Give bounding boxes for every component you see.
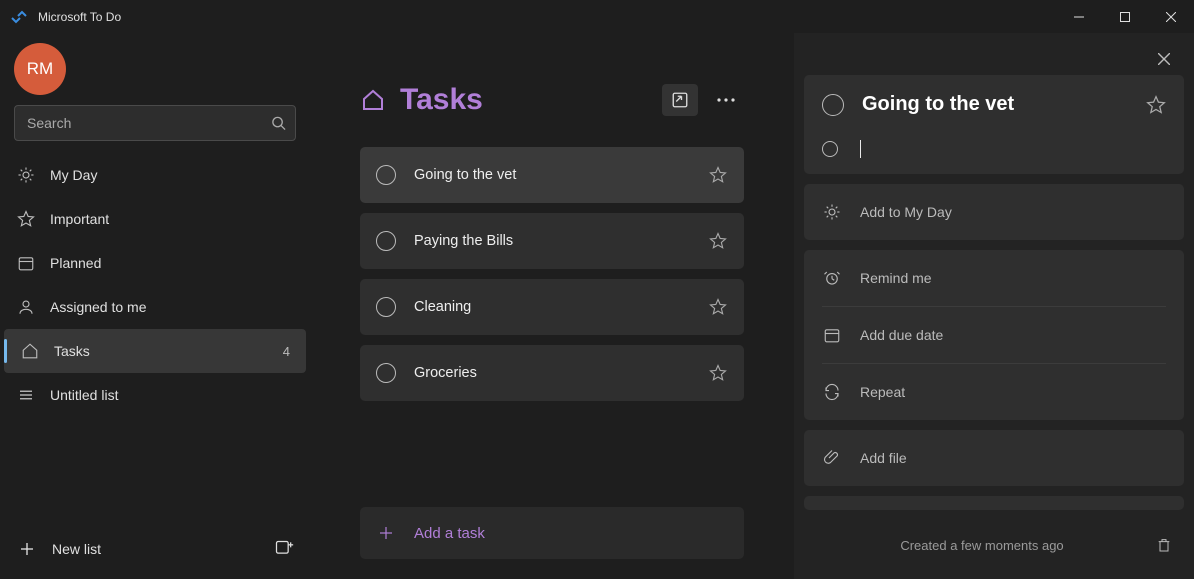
option-label: Remind me <box>860 270 932 286</box>
sidebar-item-important[interactable]: Important <box>0 197 310 241</box>
complete-toggle[interactable] <box>376 363 396 383</box>
person-icon <box>16 297 36 317</box>
home-icon <box>360 87 386 113</box>
sidebar: RM My Day Important Planned <box>0 33 310 579</box>
sidebar-item-label: Tasks <box>54 343 90 359</box>
note-area[interactable] <box>804 496 1184 510</box>
complete-toggle[interactable] <box>376 231 396 251</box>
detail-title[interactable]: Going to the vet <box>862 93 1146 116</box>
task-row[interactable]: Going to the vet <box>360 147 744 203</box>
minimize-button[interactable] <box>1056 0 1102 33</box>
task-row[interactable]: Groceries <box>360 345 744 401</box>
todo-logo-icon <box>10 8 28 26</box>
sidebar-item-label: Untitled list <box>50 387 118 403</box>
remind-me-button[interactable]: Remind me <box>804 250 1184 306</box>
complete-toggle[interactable] <box>822 141 838 157</box>
complete-toggle[interactable] <box>376 297 396 317</box>
more-button[interactable] <box>708 84 744 116</box>
avatar[interactable]: RM <box>14 43 66 95</box>
add-task-placeholder: Add a task <box>414 525 485 542</box>
sidebar-item-untitled[interactable]: Untitled list <box>0 373 310 417</box>
sidebar-item-my-day[interactable]: My Day <box>0 153 310 197</box>
close-detail-button[interactable] <box>1148 43 1180 75</box>
star-button[interactable] <box>708 165 728 185</box>
star-button[interactable] <box>708 297 728 317</box>
created-text: Created a few moments ago <box>812 538 1152 553</box>
new-list-button[interactable]: New list <box>52 541 101 557</box>
add-step-input[interactable] <box>804 134 1184 174</box>
search-icon <box>271 116 286 131</box>
repeat-icon <box>822 382 842 402</box>
task-title: Groceries <box>414 365 477 381</box>
task-row[interactable]: Paying the Bills <box>360 213 744 269</box>
calendar-icon <box>822 325 842 345</box>
task-title: Cleaning <box>414 299 471 315</box>
page-title: Tasks <box>400 83 483 117</box>
star-button[interactable] <box>708 231 728 251</box>
detail-panel: Going to the vet Add to My Day Remind me <box>794 33 1194 579</box>
suggestions-button[interactable] <box>662 84 698 116</box>
star-icon <box>16 209 36 229</box>
sidebar-item-label: Important <box>50 211 109 227</box>
close-button[interactable] <box>1148 0 1194 33</box>
task-title: Going to the vet <box>414 167 516 183</box>
sidebar-item-label: Assigned to me <box>50 299 147 315</box>
sidebar-item-label: Planned <box>50 255 101 271</box>
star-button[interactable] <box>1146 95 1166 115</box>
new-group-button[interactable] <box>274 539 294 559</box>
add-task-input[interactable]: Add a task <box>360 507 744 559</box>
option-label: Add file <box>860 450 907 466</box>
sidebar-item-label: My Day <box>50 167 97 183</box>
home-icon <box>20 341 40 361</box>
add-due-date-button[interactable]: Add due date <box>804 307 1184 363</box>
text-cursor <box>860 140 861 158</box>
sidebar-item-assigned[interactable]: Assigned to me <box>0 285 310 329</box>
task-count: 4 <box>283 344 290 359</box>
calendar-icon <box>16 253 36 273</box>
window-controls <box>1056 0 1194 33</box>
search-input[interactable] <box>14 105 296 141</box>
task-title: Paying the Bills <box>414 233 513 249</box>
add-file-button[interactable]: Add file <box>804 430 1184 486</box>
option-label: Repeat <box>860 384 905 400</box>
app-title: Microsoft To Do <box>38 10 121 24</box>
complete-toggle[interactable] <box>822 94 844 116</box>
sun-icon <box>822 202 842 222</box>
bell-icon <box>822 268 842 288</box>
option-label: Add to My Day <box>860 204 952 220</box>
search-box <box>14 105 296 141</box>
task-row[interactable]: Cleaning <box>360 279 744 335</box>
sidebar-item-planned[interactable]: Planned <box>0 241 310 285</box>
maximize-button[interactable] <box>1102 0 1148 33</box>
sidebar-item-tasks[interactable]: Tasks 4 <box>4 329 306 373</box>
titlebar: Microsoft To Do <box>0 0 1194 33</box>
repeat-button[interactable]: Repeat <box>804 364 1184 420</box>
paperclip-icon <box>822 448 842 468</box>
sun-icon <box>16 165 36 185</box>
complete-toggle[interactable] <box>376 165 396 185</box>
delete-button[interactable] <box>1152 533 1176 557</box>
main-panel: Tasks Going to the vet Paying the Bills … <box>310 33 794 579</box>
plus-icon <box>16 538 38 560</box>
list-icon <box>16 385 36 405</box>
plus-icon <box>376 523 396 543</box>
add-to-my-day-button[interactable]: Add to My Day <box>804 184 1184 240</box>
star-button[interactable] <box>708 363 728 383</box>
option-label: Add due date <box>860 327 943 343</box>
